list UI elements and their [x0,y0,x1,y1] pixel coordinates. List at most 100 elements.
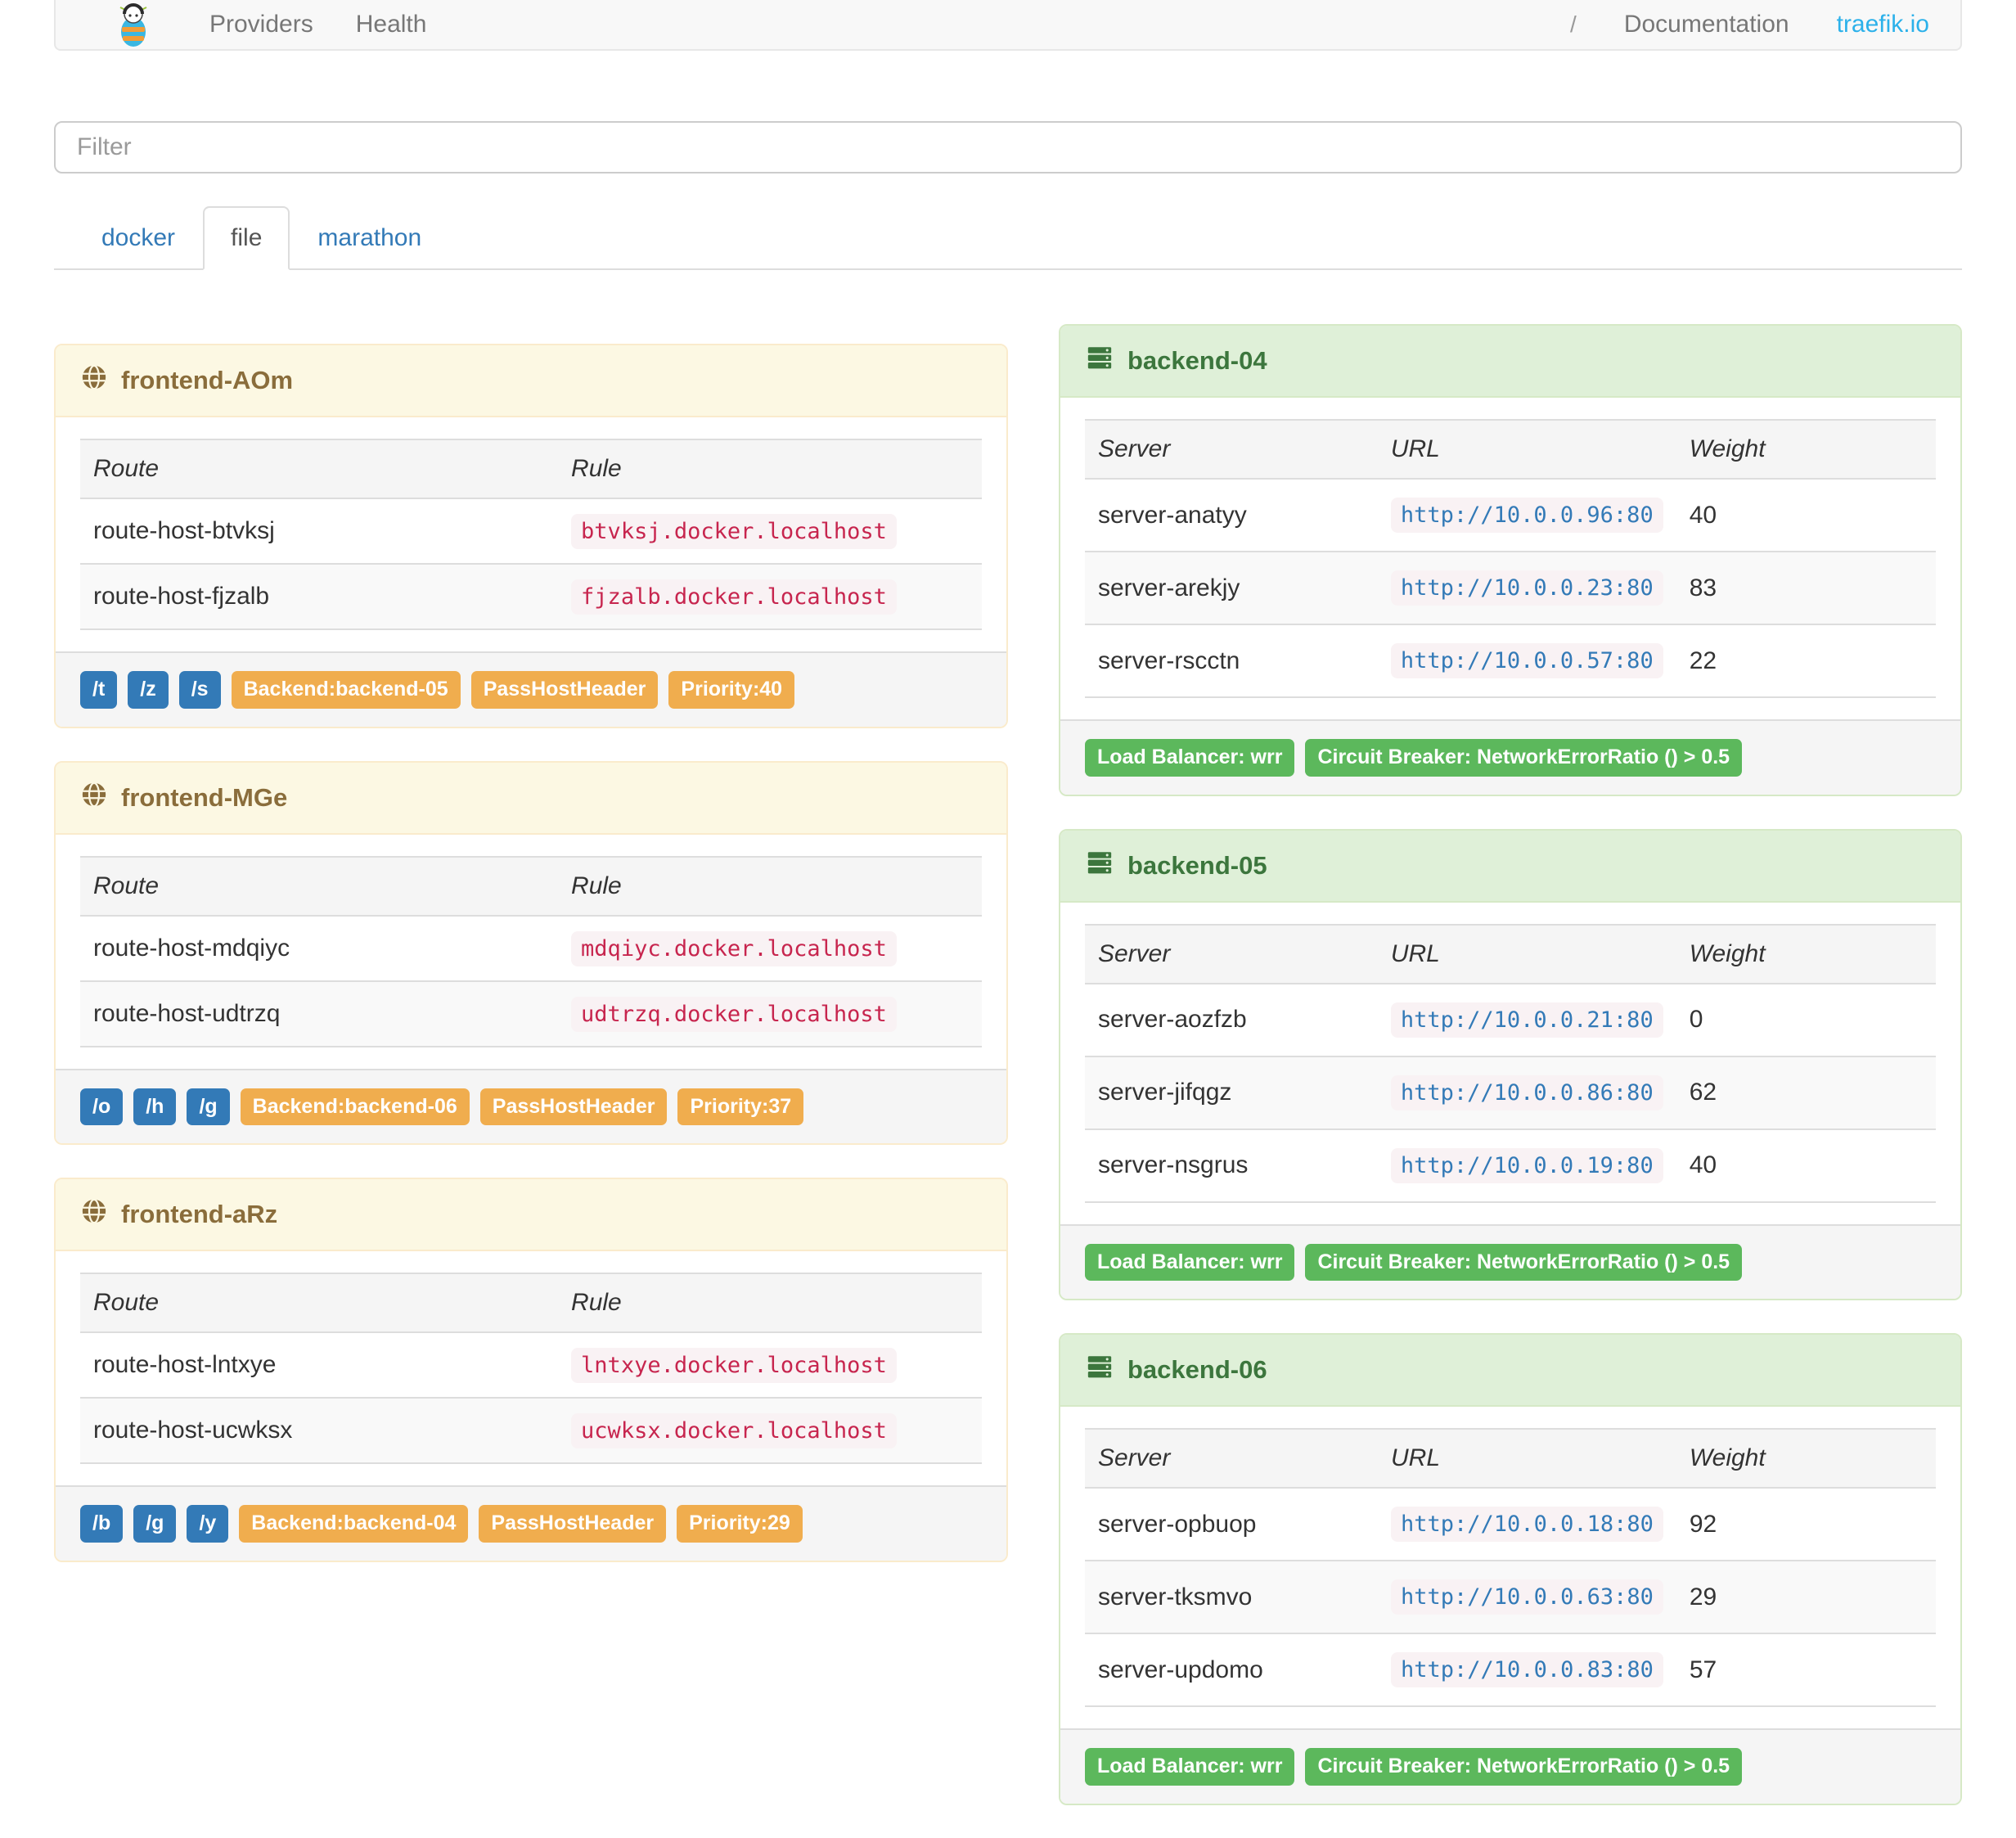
server-row: server-updomo http://10.0.0.83:80 57 [1085,1633,1936,1706]
backend-panel-heading: backend-04 [1060,326,1960,398]
servers-table-header-row: Server URL Weight [1085,924,1936,984]
frontend-panel-heading: frontend-MGe [56,762,1006,835]
frontend-panel-AOm: frontend-AOm Route Rule route-host-btvks… [54,344,1008,728]
filter-input[interactable] [54,121,1962,173]
path-badge: /y [187,1505,229,1543]
tab-marathon[interactable]: marathon [290,206,449,270]
rule-host-code: btvksj.docker.localhost [571,514,897,549]
server-name: server-tksmvo [1085,1560,1379,1633]
frontend-panel-footer: /o /h /g Backend:backend-06 PassHostHead… [56,1068,1006,1143]
rule-host-code: lntxye.docker.localhost [571,1348,897,1383]
servers-table-header-row: Server URL Weight [1085,1429,1936,1488]
nav-link-traefik-io[interactable]: traefik.io [1837,11,1929,38]
server-weight: 29 [1676,1560,1936,1633]
column-header-url: URL [1377,924,1676,984]
server-row: server-tksmvo http://10.0.0.63:80 29 [1085,1560,1936,1633]
passhostheader-badge: PassHostHeader [479,1505,667,1543]
server-url-link[interactable]: http://10.0.0.86:80 [1390,1074,1663,1110]
column-header-route: Route [80,856,559,916]
panels-area: frontend-AOm Route Rule route-host-btvks… [54,324,1962,1838]
route-row: route-host-fjzalb fjzalb.docker.localhos… [80,563,982,629]
server-url-link[interactable]: http://10.0.0.19:80 [1390,1147,1663,1183]
column-header-weight: Weight [1676,1429,1936,1488]
server-weight: 0 [1676,982,1936,1056]
routes-table: Route Rule route-host-btvksj btvksj.dock… [80,439,982,630]
server-row: server-anatyy http://10.0.0.96:80 40 [1085,478,1936,552]
nav-link-providers[interactable]: Providers [209,11,313,38]
server-url-link[interactable]: http://10.0.0.63:80 [1391,1579,1663,1615]
route-name: route-host-ucwksx [80,1397,559,1463]
server-url-link[interactable]: http://10.0.0.18:80 [1391,1507,1663,1542]
route-name: route-host-fjzalb [80,563,559,629]
server-weight: 22 [1676,624,1936,697]
server-url-link[interactable]: http://10.0.0.57:80 [1390,643,1663,678]
navbar-right: / Documentation traefik.io [1570,11,1929,38]
backend-panel-body: Server URL Weight server-aozfzb http://1… [1060,903,1960,1224]
routes-table: Route Rule route-host-mdqiyc mdqiyc.dock… [80,855,982,1047]
routes-table-header-row: Route Rule [80,439,982,498]
server-weight: 83 [1676,551,1936,624]
column-header-rule: Rule [558,856,982,916]
server-url-link[interactable]: http://10.0.0.83:80 [1391,1652,1663,1687]
server-name: server-opbuop [1085,1487,1379,1561]
server-weight: 57 [1676,1633,1936,1706]
globe-icon [80,781,108,815]
frontend-panel-footer: /t /z /s Backend:backend-05 PassHostHead… [56,651,1006,727]
path-badge: /g [133,1505,177,1543]
path-badge: /o [80,1088,124,1125]
backend-panel-footer: Load Balancer: wrr Circuit Breaker: Netw… [1060,1728,1960,1804]
column-header-weight: Weight [1676,420,1936,479]
frontend-panel-MGe: frontend-MGe Route Rule route-host-mdqiy… [54,760,1008,1145]
column-header-route: Route [80,439,559,498]
frontend-panel-heading: frontend-aRz [56,1179,1006,1251]
frontend-panel-footer: /b /g /y Backend:backend-04 PassHostHead… [56,1485,1006,1561]
server-row: server-aozfzb http://10.0.0.21:80 0 [1085,982,1936,1056]
route-row: route-host-mdqiyc mdqiyc.docker.localhos… [80,914,982,981]
route-name: route-host-lntxye [80,1331,559,1398]
column-header-route: Route [80,1273,559,1332]
column-header-rule: Rule [558,1273,982,1332]
frontend-panel-body: Route Rule route-host-mdqiyc mdqiyc.dock… [56,835,1006,1069]
path-badge: /s [178,671,221,709]
navbar-left: Providers Health [115,2,426,47]
backend-ref-badge: Backend:backend-04 [239,1505,469,1543]
traefik-logo-icon[interactable] [115,2,152,47]
server-row: server-nsgrus http://10.0.0.19:80 40 [1085,1128,1936,1202]
column-header-server: Server [1085,924,1378,984]
backend-ref-badge: Backend:backend-05 [231,671,461,709]
tab-docker[interactable]: docker [74,206,203,270]
server-icon [1085,344,1114,378]
server-weight: 40 [1676,478,1936,552]
backend-panel-heading: backend-06 [1060,1335,1960,1407]
frontends-column: frontend-AOm Route Rule route-host-btvks… [54,324,1008,1595]
route-name: route-host-mdqiyc [80,914,559,981]
route-name: route-host-btvksj [80,498,559,564]
priority-badge: Priority:29 [677,1505,803,1543]
frontend-panel-aRz: frontend-aRz Route Rule route-host-lntxy… [54,1178,1008,1562]
backend-title: backend-04 [1127,346,1267,375]
server-name: server-updomo [1085,1633,1379,1706]
server-weight: 92 [1676,1487,1936,1561]
column-header-server: Server [1085,420,1378,479]
server-name: server-jifqgz [1085,1055,1378,1129]
navbar: Providers Health / Documentation traefik… [54,0,1962,51]
servers-table: Server URL Weight server-opbuop http://1… [1085,1428,1936,1707]
rule-host-code: fjzalb.docker.localhost [571,579,897,615]
circuit-breaker-badge: Circuit Breaker: NetworkErrorRatio () > … [1305,739,1743,777]
backend-panel-footer: Load Balancer: wrr Circuit Breaker: Netw… [1060,719,1960,795]
path-badge: /h [133,1088,177,1125]
server-url-link[interactable]: http://10.0.0.23:80 [1390,570,1663,606]
nav-link-health[interactable]: Health [356,11,427,38]
column-header-url: URL [1378,1429,1676,1488]
backend-ref-badge: Backend:backend-06 [240,1088,470,1125]
nav-link-documentation[interactable]: Documentation [1624,11,1789,38]
frontend-title: frontend-AOm [121,366,294,394]
server-url-link[interactable]: http://10.0.0.21:80 [1390,1002,1663,1038]
server-name: server-arekjy [1085,551,1378,624]
tab-file[interactable]: file [203,206,290,270]
globe-icon [80,363,108,398]
routes-table-header-row: Route Rule [80,1273,982,1332]
backend-panel-heading: backend-05 [1060,830,1960,903]
route-name: route-host-udtrzq [80,980,559,1047]
server-url-link[interactable]: http://10.0.0.96:80 [1390,498,1663,533]
